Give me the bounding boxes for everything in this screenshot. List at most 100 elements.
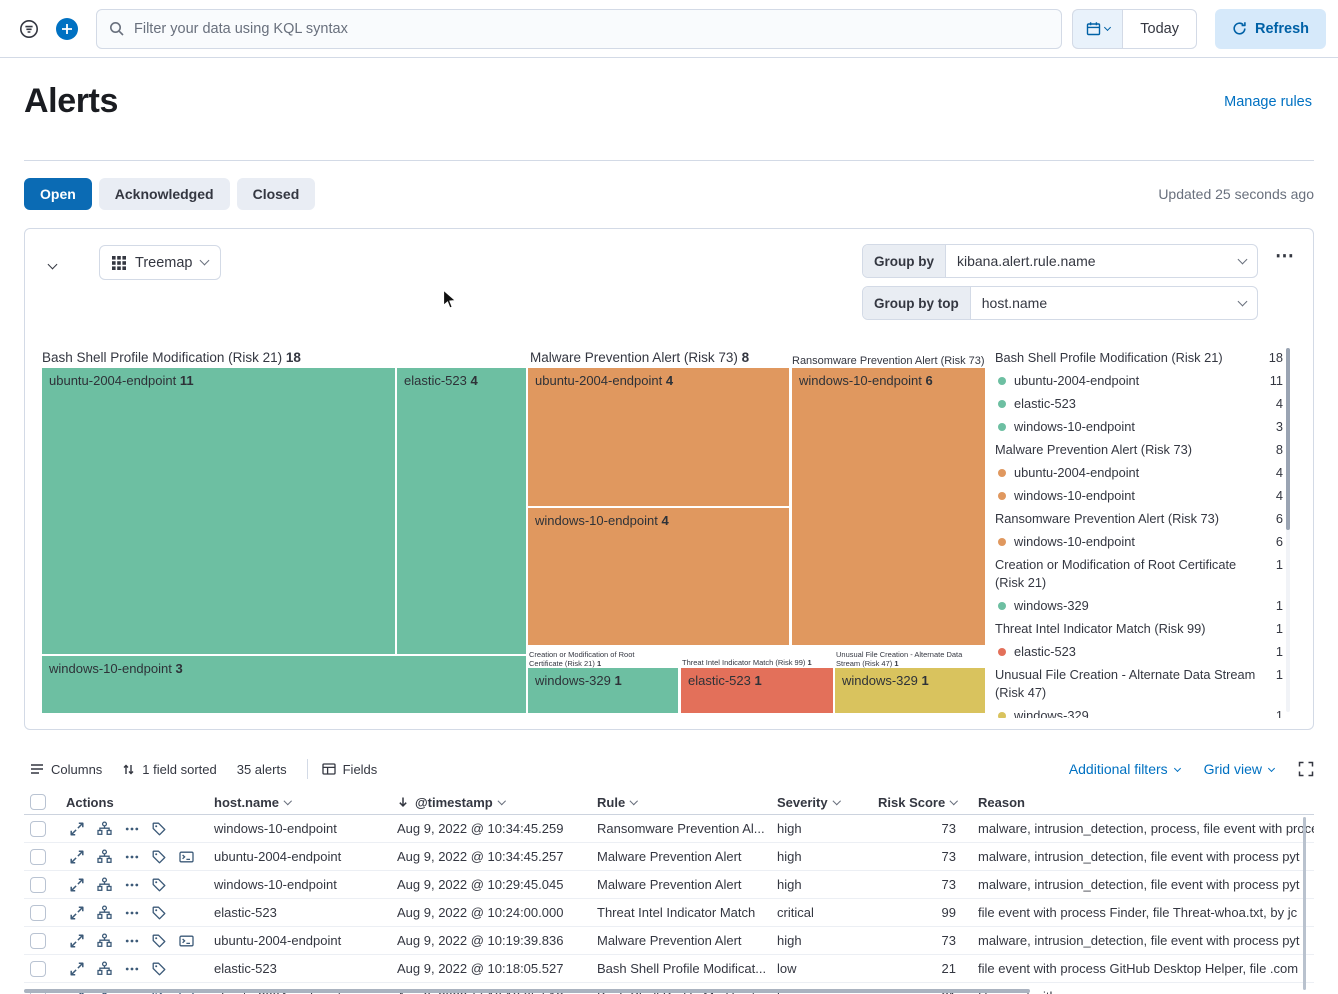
- legend-item[interactable]: elastic-5231: [995, 640, 1283, 663]
- treemap-node[interactable]: windows-10-endpoint 4: [528, 508, 789, 645]
- header-timestamp[interactable]: @timestamp: [389, 795, 589, 810]
- expand-alert-icon[interactable]: [70, 822, 84, 836]
- row-checkbox[interactable]: [30, 933, 46, 949]
- expand-alert-icon[interactable]: [70, 962, 84, 976]
- kql-search-bar[interactable]: [96, 9, 1062, 49]
- treemap-node[interactable]: windows-329 1: [528, 668, 678, 713]
- row-checkbox[interactable]: [30, 877, 46, 893]
- legend-dot: [998, 400, 1006, 408]
- tag-icon[interactable]: [152, 878, 166, 892]
- legend-item[interactable]: windows-3291: [995, 594, 1283, 617]
- saved-query-menu-icon[interactable]: [18, 18, 40, 40]
- row-checkbox[interactable]: [30, 849, 46, 865]
- date-quick-select-button[interactable]: [1072, 9, 1122, 49]
- analyze-event-icon[interactable]: [97, 961, 112, 976]
- legend-scrollbar[interactable]: [1286, 348, 1290, 712]
- fields-button[interactable]: Fields: [322, 762, 378, 777]
- tab-closed[interactable]: Closed: [237, 178, 316, 210]
- session-view-icon[interactable]: [179, 934, 194, 948]
- manage-rules-link[interactable]: Manage rules: [1224, 94, 1312, 110]
- analyze-event-icon[interactable]: [97, 933, 112, 948]
- collapse-chart-icon[interactable]: [49, 255, 56, 271]
- date-range-button[interactable]: Today: [1122, 9, 1197, 49]
- grid-view-button[interactable]: Grid view: [1204, 761, 1274, 777]
- analyze-event-icon[interactable]: [97, 905, 112, 920]
- expand-alert-icon[interactable]: [70, 934, 84, 948]
- add-filter-icon[interactable]: [56, 18, 78, 40]
- treemap-node[interactable]: elastic-523 4: [397, 368, 526, 654]
- sort-icon: [122, 763, 135, 776]
- group-by-select[interactable]: kibana.alert.rule.name: [946, 245, 1257, 277]
- expand-alert-icon[interactable]: [70, 878, 84, 892]
- header-severity[interactable]: Severity: [769, 795, 870, 810]
- legend-item[interactable]: elastic-5234: [995, 392, 1283, 415]
- legend-group[interactable]: Threat Intel Indicator Match (Risk 99)1: [995, 617, 1283, 640]
- select-all-checkbox[interactable]: [30, 794, 46, 810]
- columns-button[interactable]: Columns: [30, 762, 102, 777]
- expand-alert-icon[interactable]: [70, 850, 84, 864]
- legend-scrollbar-thumb[interactable]: [1286, 348, 1290, 530]
- legend-group[interactable]: Creation or Modification of Root Certifi…: [995, 553, 1283, 594]
- group-by-top-value: host.name: [982, 295, 1047, 311]
- legend-item[interactable]: windows-10-endpoint3: [995, 415, 1283, 438]
- additional-filters-button[interactable]: Additional filters: [1069, 761, 1180, 777]
- analyze-event-icon[interactable]: [97, 821, 112, 836]
- legend-group[interactable]: Unusual File Creation - Alternate Data S…: [995, 663, 1283, 704]
- host-name-cell: ubuntu-2004-endpoint: [206, 849, 389, 864]
- analyze-event-icon[interactable]: [97, 877, 112, 892]
- legend-group[interactable]: Bash Shell Profile Modification (Risk 21…: [995, 346, 1283, 369]
- treemap-node[interactable]: windows-10-endpoint 6: [792, 368, 985, 645]
- legend-item[interactable]: windows-3291: [995, 704, 1283, 718]
- more-actions-icon[interactable]: [125, 850, 139, 864]
- expand-alert-icon[interactable]: [70, 906, 84, 920]
- tab-open[interactable]: Open: [24, 178, 92, 210]
- legend-item[interactable]: windows-10-endpoint4: [995, 484, 1283, 507]
- treemap-node[interactable]: windows-10-endpoint 3: [42, 656, 526, 713]
- kql-search-input[interactable]: [134, 21, 1049, 37]
- legend-dot: [998, 492, 1006, 500]
- legend-item[interactable]: ubuntu-2004-endpoint4: [995, 461, 1283, 484]
- table-row: ubuntu-2004-endpoint Aug 9, 2022 @ 10:19…: [24, 927, 1314, 955]
- row-checkbox[interactable]: [30, 821, 46, 837]
- tag-icon[interactable]: [152, 962, 166, 976]
- row-checkbox[interactable]: [30, 905, 46, 921]
- rule-cell: Malware Prevention Alert: [589, 849, 769, 864]
- more-actions-icon[interactable]: [125, 906, 139, 920]
- table-row: ubuntu-2004-endpoint Aug 9, 2022 @ 10:34…: [24, 843, 1314, 871]
- group-by-top-select[interactable]: host.name: [971, 287, 1257, 319]
- tag-icon[interactable]: [152, 934, 166, 948]
- treemap-node[interactable]: ubuntu-2004-endpoint 11: [42, 368, 395, 654]
- more-actions-icon[interactable]: [125, 934, 139, 948]
- header-divider: [24, 160, 1314, 161]
- header-host-name[interactable]: host.name: [206, 795, 389, 810]
- more-actions-icon[interactable]: [125, 962, 139, 976]
- table-horizontal-scrollbar[interactable]: [24, 989, 1030, 993]
- legend-group[interactable]: Malware Prevention Alert (Risk 73)8: [995, 438, 1283, 461]
- chart-view-select[interactable]: Treemap: [99, 245, 221, 280]
- legend-group[interactable]: Ransomware Prevention Alert (Risk 73)6: [995, 507, 1283, 530]
- more-actions-icon[interactable]: [125, 822, 139, 836]
- row-checkbox[interactable]: [30, 961, 46, 977]
- tag-icon[interactable]: [152, 850, 166, 864]
- legend-item[interactable]: ubuntu-2004-endpoint11: [995, 369, 1283, 392]
- sort-fields-button[interactable]: 1 field sorted: [122, 762, 216, 777]
- fullscreen-icon[interactable]: [1298, 761, 1314, 777]
- treemap-node[interactable]: elastic-523 1: [681, 668, 833, 713]
- chart-options-icon[interactable]: ⋯: [1275, 247, 1295, 266]
- session-view-icon[interactable]: [179, 850, 194, 864]
- table-vertical-scrollbar[interactable]: [1303, 817, 1306, 990]
- header-rule[interactable]: Rule: [589, 795, 769, 810]
- analyze-event-icon[interactable]: [97, 849, 112, 864]
- header-risk-score[interactable]: Risk Score: [870, 795, 970, 810]
- treemap-node[interactable]: windows-329 1: [835, 668, 985, 713]
- more-actions-icon[interactable]: [125, 878, 139, 892]
- tag-icon[interactable]: [152, 822, 166, 836]
- severity-cell: high: [769, 849, 870, 864]
- chevron-down-icon: [630, 797, 638, 805]
- refresh-button[interactable]: Refresh: [1215, 9, 1326, 49]
- treemap-node[interactable]: ubuntu-2004-endpoint 4: [528, 368, 789, 506]
- tab-acknowledged[interactable]: Acknowledged: [99, 178, 230, 210]
- tag-icon[interactable]: [152, 906, 166, 920]
- treemap-group-title: Threat Intel Indicator Match (Risk 99) 1: [682, 658, 832, 667]
- legend-item[interactable]: windows-10-endpoint6: [995, 530, 1283, 553]
